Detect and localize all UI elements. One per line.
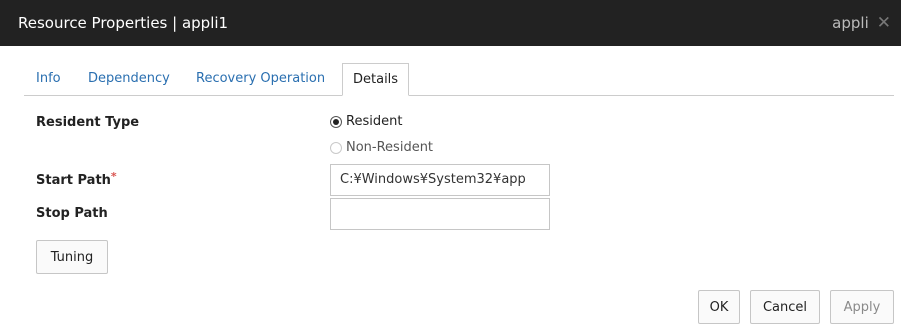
tab-bar: Info Dependency Recovery Operation Detai… (24, 63, 894, 96)
radio-resident[interactable]: Resident (330, 114, 402, 129)
title-bar-right: appli ✕ (832, 14, 891, 32)
radio-non-resident[interactable]: Non-Resident (330, 140, 433, 155)
start-path-label: Start Path* (36, 170, 117, 188)
stop-path-input[interactable] (330, 198, 550, 230)
window-context-label: appli (832, 14, 869, 32)
stop-path-label: Stop Path (36, 206, 108, 221)
radio-resident-label: Resident (346, 114, 403, 129)
start-path-input[interactable]: C:¥Windows¥System32¥app (330, 164, 550, 196)
tab-info[interactable]: Info (36, 63, 61, 94)
required-mark: * (110, 170, 117, 183)
tab-dependency[interactable]: Dependency (88, 63, 170, 94)
apply-button[interactable]: Apply (830, 290, 894, 324)
window-title: Resource Properties | appli1 (18, 14, 229, 32)
start-path-label-text: Start Path (36, 173, 111, 188)
title-bar: Resource Properties | appli1 appli ✕ (0, 0, 901, 46)
tab-recovery-operation[interactable]: Recovery Operation (196, 63, 325, 94)
cancel-button[interactable]: Cancel (750, 290, 820, 324)
radio-resident-button[interactable] (330, 115, 342, 128)
resident-type-label: Resident Type (36, 115, 140, 130)
tab-details[interactable]: Details (342, 63, 410, 96)
ok-button[interactable]: OK (698, 290, 740, 324)
radio-non-resident-label: Non-Resident (346, 140, 434, 155)
radio-non-resident-button[interactable] (330, 141, 342, 154)
close-icon[interactable]: ✕ (877, 14, 891, 32)
tuning-button[interactable]: Tuning (36, 240, 108, 274)
